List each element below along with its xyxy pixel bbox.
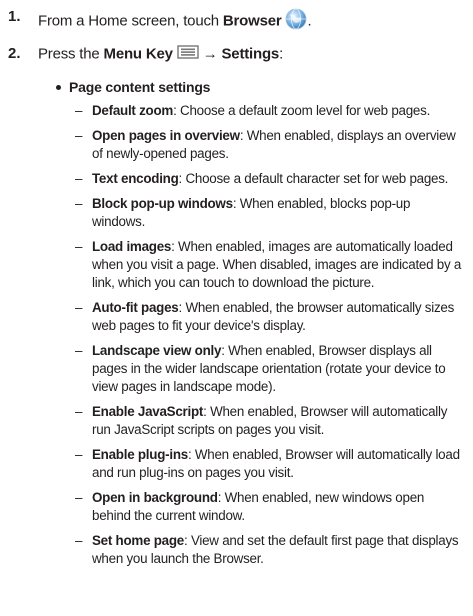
list-item: – Auto-fit pages: When enabled, the brows…	[75, 299, 465, 335]
dash: –	[75, 300, 83, 315]
list-item: – Open pages in overview: When enabled, d…	[75, 127, 465, 163]
menu-key-icon	[177, 45, 199, 64]
dash: –	[75, 239, 83, 254]
step-number: 1.	[8, 8, 21, 25]
item-term: Enable JavaScript	[92, 404, 204, 419]
item-term: Open in background	[92, 490, 218, 505]
settings-list: – Default zoom: Choose a default zoom lev…	[75, 102, 465, 575]
list-item: – Enable JavaScript: When enabled, Browse…	[75, 403, 465, 439]
dash: –	[75, 447, 83, 462]
section-heading: Page content settings	[56, 79, 210, 95]
dash: –	[75, 171, 83, 186]
step-suffix: .	[307, 12, 312, 30]
item-term: Landscape view only	[92, 343, 222, 358]
dash: –	[75, 103, 83, 118]
dash: –	[75, 343, 83, 358]
item-term: Load images	[92, 239, 172, 254]
settings-label: Settings	[221, 45, 280, 63]
list-item: – Default zoom: Choose a default zoom lev…	[75, 102, 465, 120]
item-term: Open pages in overview	[92, 128, 240, 143]
bullet-icon	[56, 84, 61, 90]
list-item: – Text encoding: Choose a default charact…	[75, 170, 465, 188]
step-text: From a Home screen, touch Browser .	[38, 8, 312, 35]
step-prefix: From a Home screen, touch	[38, 12, 223, 30]
item-term: Auto-fit pages	[92, 300, 179, 315]
dash: –	[75, 490, 83, 505]
menu-key-label: Menu Key	[103, 45, 173, 63]
list-item: – Enable plug-ins: When enabled, Browser …	[75, 446, 465, 482]
item-term: Block pop-up windows	[92, 196, 233, 211]
browser-label: Browser	[222, 12, 282, 30]
item-desc: : Choose a default zoom level for web pa…	[173, 103, 431, 118]
arrow: →	[202, 45, 218, 63]
dash: –	[75, 533, 83, 548]
browser-globe-icon	[285, 8, 307, 35]
step-prefix: Press the	[38, 45, 104, 63]
item-term: Default zoom	[92, 103, 174, 118]
list-item: – Open in background: When enabled, new w…	[75, 489, 465, 525]
manual-page: 1. From a Home screen, touch Browser . 2…	[0, 0, 473, 616]
list-item: – Load images: When enabled, images are a…	[75, 238, 465, 292]
item-term: Text encoding	[92, 171, 179, 186]
item-term: Set home page	[92, 533, 184, 548]
list-item: – Block pop-up windows: When enabled, blo…	[75, 195, 465, 231]
step-suffix: :	[279, 45, 284, 63]
dash: –	[75, 404, 83, 419]
dash: –	[75, 128, 83, 143]
list-item: – Set home page: View and set the default…	[75, 532, 465, 568]
item-desc: : Choose a default character set for web…	[178, 171, 449, 186]
dash: –	[75, 196, 83, 211]
item-term: Enable plug-ins	[92, 447, 188, 462]
list-item: – Landscape view only: When enabled, Brow…	[75, 342, 465, 396]
step-number: 2.	[8, 45, 21, 62]
section-title: Page content settings	[69, 79, 211, 95]
step-text: Press the Menu Key → Settings:	[38, 45, 283, 64]
